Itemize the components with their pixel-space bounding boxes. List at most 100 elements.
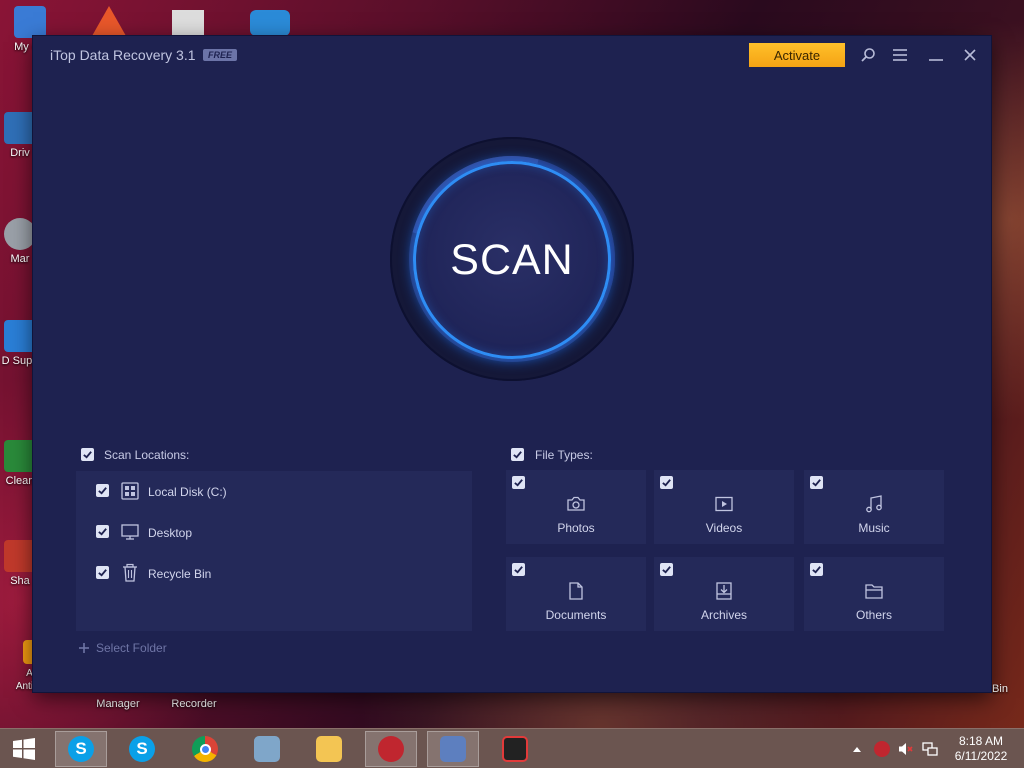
desktop-icon-label: Recorder xyxy=(171,698,217,710)
file-type-label: Videos xyxy=(705,521,743,535)
system-clock[interactable]: 8:18 AM 6/11/2022 xyxy=(945,734,1017,764)
skype-icon[interactable]: S xyxy=(116,731,168,767)
itop-data-recovery-window: iTop Data Recovery 3.1 FREE Activate SCA… xyxy=(33,36,991,692)
checkmark-icon xyxy=(514,479,523,487)
clock-date: 6/11/2022 xyxy=(954,749,1008,763)
music-note-icon xyxy=(866,495,882,513)
desktop-icon-label: Sha xyxy=(10,575,30,587)
scan-locations-header: Scan Locations: xyxy=(104,448,190,462)
file-type-documents[interactable]: Documents xyxy=(506,557,646,631)
desktop-icon-label: Manager xyxy=(96,698,140,710)
app-icon xyxy=(4,540,36,572)
checkmark-icon xyxy=(514,566,523,574)
pdf-shortcut-icon[interactable] xyxy=(172,10,204,36)
volume-muted-icon[interactable] xyxy=(896,729,916,768)
scan-locations-checkbox[interactable] xyxy=(81,448,94,461)
location-recycle-bin[interactable]: Recycle Bin xyxy=(76,556,472,590)
camera-shortcut-icon[interactable] xyxy=(250,10,290,36)
desktop-icon-manager[interactable]: Manager xyxy=(88,698,148,710)
skype-icon[interactable]: S xyxy=(55,731,107,767)
file-type-checkbox[interactable] xyxy=(810,563,823,576)
hard-disk-icon xyxy=(121,482,139,500)
desktop-icon-label: Mar xyxy=(10,253,30,265)
scan-button[interactable]: SCAN xyxy=(413,161,611,359)
video-icon xyxy=(715,496,733,512)
app-icon xyxy=(4,218,36,250)
checkmark-icon xyxy=(812,479,821,487)
archive-icon xyxy=(716,582,732,600)
menu-icon[interactable] xyxy=(889,44,911,66)
free-badge: FREE xyxy=(203,49,238,61)
checkmark-icon xyxy=(662,479,671,487)
taskbar: S S 8:18 AM 6/11/2022 xyxy=(0,728,1024,768)
screen-recorder-icon[interactable] xyxy=(489,731,541,767)
location-checkbox[interactable] xyxy=(96,484,109,497)
file-type-checkbox[interactable] xyxy=(512,563,525,576)
file-types-header: File Types: xyxy=(535,448,593,462)
camera-icon xyxy=(567,496,585,511)
location-label: Desktop xyxy=(148,526,193,540)
folder-icon xyxy=(865,584,883,599)
checkmark-icon xyxy=(98,528,107,536)
location-checkbox[interactable] xyxy=(96,525,109,538)
file-explorer-icon[interactable] xyxy=(303,731,355,767)
app-icon xyxy=(4,320,36,352)
file-type-videos[interactable]: Videos xyxy=(654,470,794,544)
itop-tray-icon[interactable] xyxy=(872,729,892,768)
checkmark-icon xyxy=(513,451,522,459)
location-local-disk[interactable]: Local Disk (C:) xyxy=(76,474,472,508)
network-icon[interactable] xyxy=(920,729,940,768)
checkmark-icon xyxy=(98,569,107,577)
file-type-label: Music xyxy=(858,521,890,535)
scan-locations-panel: Local Disk (C:) Desktop Recycle Bin xyxy=(76,471,472,631)
chrome-icon[interactable] xyxy=(179,731,231,767)
file-type-label: Archives xyxy=(700,608,747,622)
file-type-photos[interactable]: Photos xyxy=(506,470,646,544)
location-label: Recycle Bin xyxy=(148,567,212,581)
file-type-archives[interactable]: Archives xyxy=(654,557,794,631)
checkmark-icon xyxy=(812,566,821,574)
select-folder-label: Select Folder xyxy=(96,641,167,655)
file-type-checkbox[interactable] xyxy=(512,476,525,489)
file-type-label: Others xyxy=(855,608,892,622)
file-type-others[interactable]: Others xyxy=(804,557,944,631)
photo-viewer-icon[interactable] xyxy=(427,731,479,767)
file-types-checkbox[interactable] xyxy=(511,448,524,461)
checkmark-icon xyxy=(662,566,671,574)
computer-icon xyxy=(14,6,46,38)
app-icon xyxy=(4,440,36,472)
desktop-icon-label: Driv xyxy=(10,147,30,159)
plus-icon xyxy=(79,643,89,653)
show-hidden-icons-icon[interactable] xyxy=(850,729,864,768)
activate-button[interactable]: Activate xyxy=(749,43,845,67)
select-folder-button[interactable]: Select Folder xyxy=(78,641,167,655)
drive-icon xyxy=(4,112,36,144)
windows-start-icon[interactable] xyxy=(0,731,48,767)
desktop-icon-recycle-bin[interactable]: Bin xyxy=(988,683,1012,695)
desktop-icon-label: Clean xyxy=(5,475,35,487)
close-icon[interactable] xyxy=(959,44,981,66)
location-label: Local Disk (C:) xyxy=(148,485,227,499)
monitor-icon xyxy=(121,524,139,540)
screenshot-tool-icon[interactable] xyxy=(241,731,293,767)
desktop-icon-recorder[interactable]: Recorder xyxy=(164,698,224,710)
app-title: iTop Data Recovery 3.1 xyxy=(50,47,196,63)
document-icon xyxy=(569,582,583,600)
trash-icon xyxy=(123,563,137,582)
minimize-icon[interactable] xyxy=(925,44,947,66)
file-type-checkbox[interactable] xyxy=(810,476,823,489)
location-checkbox[interactable] xyxy=(96,566,109,579)
search-icon[interactable] xyxy=(857,44,879,66)
checkmark-icon xyxy=(98,487,107,495)
file-type-music[interactable]: Music xyxy=(804,470,944,544)
file-type-checkbox[interactable] xyxy=(660,563,673,576)
title-bar[interactable]: iTop Data Recovery 3.1 FREE Activate xyxy=(33,36,991,74)
itop-icon[interactable] xyxy=(365,731,417,767)
clock-time: 8:18 AM xyxy=(958,734,1004,748)
file-type-label: Documents xyxy=(545,608,607,622)
file-type-checkbox[interactable] xyxy=(660,476,673,489)
file-type-label: Photos xyxy=(557,521,595,535)
desktop-icon-label: Bin xyxy=(992,683,1008,695)
location-desktop[interactable]: Desktop xyxy=(76,515,472,549)
checkmark-icon xyxy=(83,451,92,459)
